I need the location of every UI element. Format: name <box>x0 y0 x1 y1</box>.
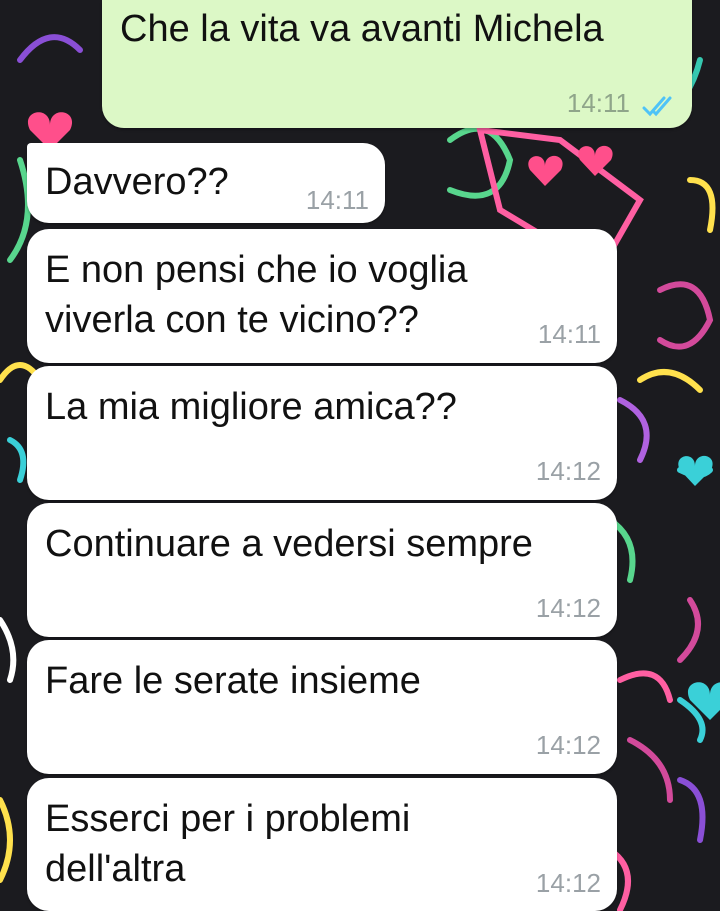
message-bubble-incoming[interactable]: Continuare a vedersi sempre 14:12 <box>27 503 617 637</box>
message-timestamp: 14:11 <box>566 88 630 118</box>
message-timestamp: 14:11 <box>537 319 601 349</box>
message-timestamp: 14:12 <box>535 593 601 623</box>
message-text: Esserci per i problemi dell'altra <box>45 798 411 890</box>
message-timestamp: 14:12 <box>535 456 601 486</box>
message-bubble-outgoing[interactable]: Che la vita va avanti Michela 14:11 <box>102 0 692 128</box>
message-timestamp: 14:11 <box>305 185 369 215</box>
message-text: Che la vita va avanti Michela <box>120 8 604 50</box>
message-bubble-incoming[interactable]: Davvero?? 14:11 <box>27 143 385 223</box>
message-text: Fare le serate insieme <box>45 660 421 702</box>
message-text: Davvero?? <box>45 161 229 203</box>
message-timestamp: 14:12 <box>535 730 601 760</box>
message-text: E non pensi che io voglia viverla con te… <box>45 249 468 341</box>
message-bubble-incoming[interactable]: Fare le serate insieme 14:12 <box>27 640 617 774</box>
message-text: Continuare a vedersi sempre <box>45 523 533 565</box>
double-check-read-icon <box>642 96 672 117</box>
message-bubble-incoming[interactable]: E non pensi che io voglia viverla con te… <box>27 229 617 363</box>
message-timestamp: 14:12 <box>535 868 601 898</box>
message-bubble-incoming[interactable]: La mia migliore amica?? 14:12 <box>27 366 617 500</box>
message-text: La mia migliore amica?? <box>45 386 457 428</box>
message-bubble-incoming[interactable]: Esserci per i problemi dell'altra 14:12 <box>27 778 617 911</box>
